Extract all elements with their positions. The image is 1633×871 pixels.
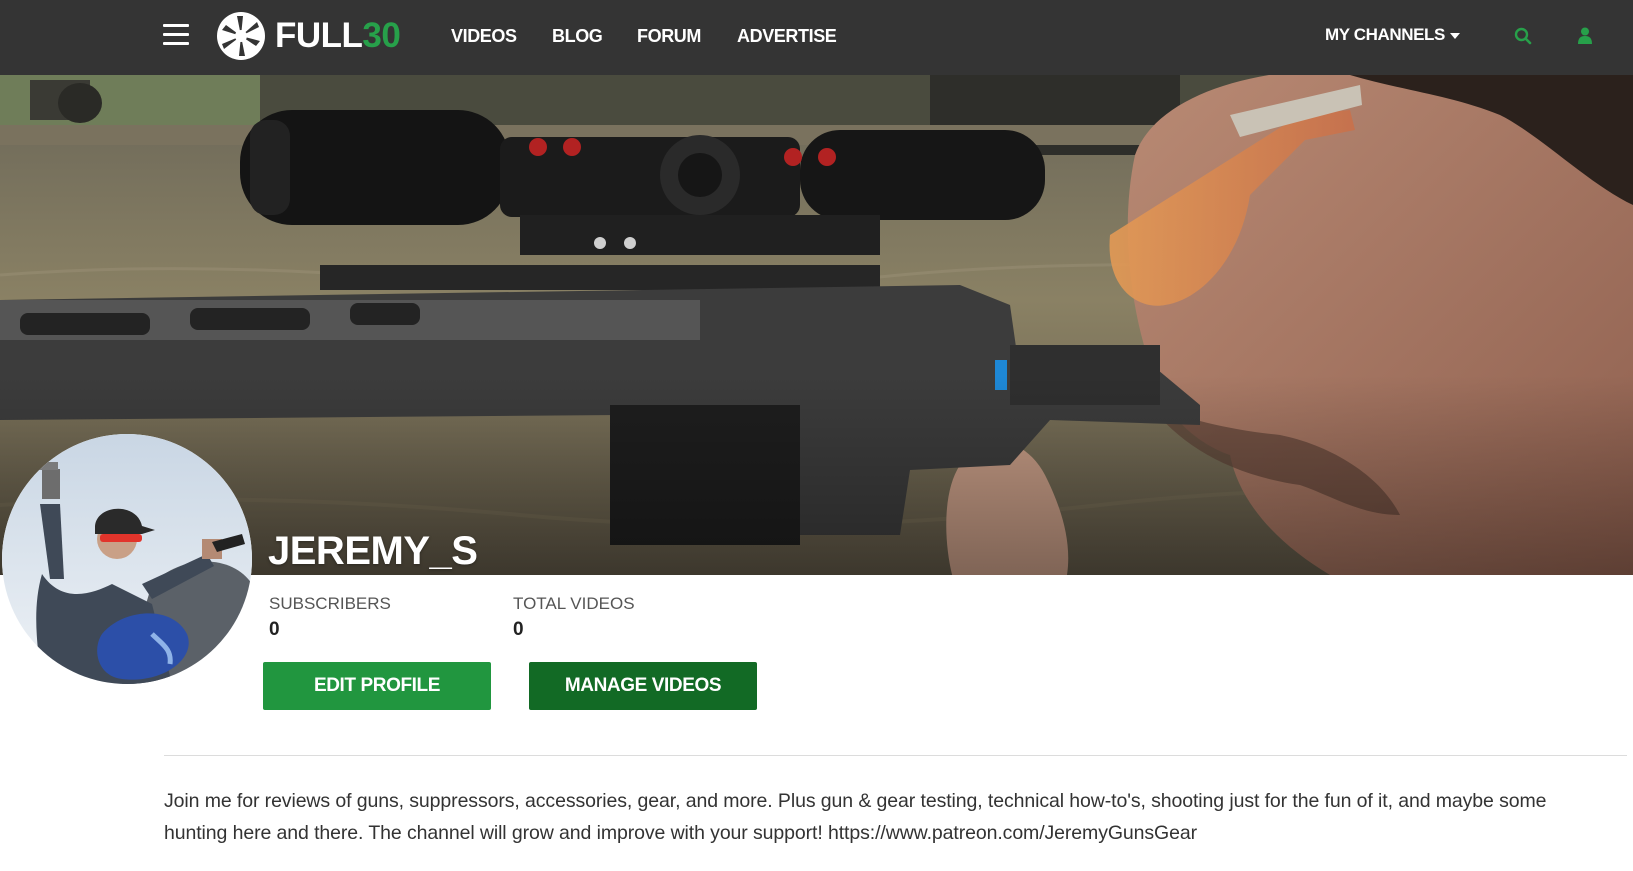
nav-blog-link[interactable]: BLOG bbox=[552, 26, 603, 46]
channel-description: Join me for reviews of guns, suppressors… bbox=[164, 790, 1547, 844]
total-videos-count: 0 bbox=[513, 619, 524, 640]
site-logo-text[interactable]: FULL30 bbox=[275, 16, 401, 56]
aperture-logo-icon[interactable] bbox=[216, 11, 266, 61]
subscribers-label: SUBSCRIBERS bbox=[269, 594, 391, 613]
hamburger-icon[interactable] bbox=[163, 24, 189, 46]
logo-number: 30 bbox=[362, 16, 401, 55]
channel-name: JEREMY_S bbox=[268, 529, 478, 573]
total-videos-label: TOTAL VIDEOS bbox=[513, 594, 635, 613]
my-channels-label: MY CHANNELS bbox=[1325, 25, 1445, 44]
manage-videos-button[interactable]: MANAGE VIDEOS bbox=[529, 662, 757, 710]
my-channels-dropdown[interactable]: MY CHANNELS bbox=[1325, 25, 1460, 45]
section-divider bbox=[164, 755, 1627, 756]
search-icon[interactable] bbox=[1514, 27, 1532, 45]
edit-profile-button[interactable]: EDIT PROFILE bbox=[263, 662, 491, 710]
nav-videos-link[interactable]: VIDEOS bbox=[451, 26, 517, 46]
channel-banner-image bbox=[0, 75, 1633, 575]
nav-forum-link[interactable]: FORUM bbox=[637, 26, 701, 46]
top-navigation-bar: FULL30 VIDEOS BLOG FORUM ADVERTISE MY CH… bbox=[0, 0, 1633, 75]
subscribers-count: 0 bbox=[269, 619, 280, 640]
nav-advertise-link[interactable]: ADVERTISE bbox=[737, 26, 837, 46]
user-icon[interactable] bbox=[1578, 27, 1592, 44]
caret-down-icon bbox=[1449, 32, 1460, 39]
logo-word: FULL bbox=[275, 16, 363, 55]
channel-avatar[interactable] bbox=[2, 434, 252, 684]
